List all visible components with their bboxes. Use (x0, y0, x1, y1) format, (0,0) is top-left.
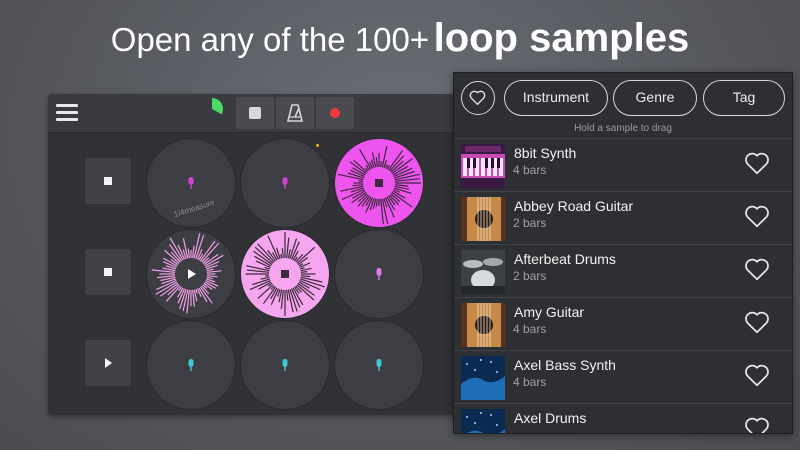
loop-machine-panel: 1/4measure (48, 94, 458, 415)
sample-list-item[interactable]: Afterbeat Drums 2 bars (454, 244, 792, 297)
sample-thumbnail (461, 409, 505, 433)
drag-hint: Hold a sample to drag (574, 123, 672, 134)
sample-name: 8bit Synth (514, 145, 577, 161)
loop-pad[interactable] (240, 138, 330, 228)
stop-icon (249, 107, 261, 119)
sample-list-item[interactable]: Axel Bass Synth 4 bars (454, 350, 792, 403)
instrument-filter-button[interactable]: Instrument (504, 80, 608, 116)
sample-length: 4 bars (513, 375, 547, 389)
sample-thumbnail (461, 197, 505, 241)
heart-outline-icon[interactable] (744, 310, 770, 334)
heart-outline-icon (469, 90, 486, 105)
sample-name: Abbey Road Guitar (514, 198, 634, 214)
loop-pad[interactable] (334, 138, 424, 228)
sample-list-item[interactable]: Abbey Road Guitar 2 bars (454, 191, 792, 244)
pad-graphic (376, 359, 382, 371)
loop-pad[interactable] (334, 229, 424, 319)
stop-icon (281, 270, 289, 278)
loop-progress-icon (212, 98, 224, 115)
sample-name: Axel Drums (514, 410, 587, 426)
sample-length: 4 bars (513, 322, 547, 336)
row-play-button[interactable] (85, 340, 131, 386)
mic-icon (188, 359, 194, 371)
mic-icon (376, 268, 382, 280)
genre-filter-button[interactable]: Genre (613, 80, 697, 116)
record-icon (330, 108, 340, 118)
tag-filter-button[interactable]: Tag (703, 80, 785, 116)
loop-pad[interactable]: 1/4measure (146, 138, 236, 228)
mic-icon (282, 177, 288, 189)
record-button[interactable] (316, 97, 354, 129)
metronome-button[interactable] (276, 97, 314, 129)
sample-thumbnail (461, 144, 505, 188)
pad-graphic (376, 268, 382, 280)
toolbar (48, 94, 458, 133)
loop-pad[interactable] (146, 229, 236, 319)
sample-length: 2 bars (513, 269, 547, 283)
heart-outline-icon[interactable] (744, 204, 770, 228)
stop-icon (104, 268, 112, 276)
pad-graphic (188, 359, 194, 371)
headline-emphasis: loop samples (433, 16, 690, 60)
sample-list-item[interactable]: 8bit Synth 4 bars (454, 138, 792, 191)
sample-thumbnail (461, 356, 505, 400)
pad-graphic (282, 359, 288, 371)
sample-length: 2 bars (513, 216, 547, 230)
mic-icon (376, 359, 382, 371)
waveform-graphic (337, 146, 421, 225)
heart-outline-icon[interactable] (744, 257, 770, 281)
pad-graphic (282, 177, 288, 189)
headline: Open any of the 100+ loop samples (0, 16, 800, 61)
waveform-graphic (245, 232, 325, 316)
loop-pad[interactable] (146, 320, 236, 410)
heart-outline-icon[interactable] (744, 363, 770, 387)
sample-name: Amy Guitar (514, 304, 585, 320)
headline-prefix: Open any of the 100+ (110, 21, 430, 58)
play-icon (188, 269, 196, 279)
sample-browser-panel: Instrument Genre Tag Hold a sample to dr… (453, 72, 793, 434)
mic-icon (282, 359, 288, 371)
sample-list-item[interactable]: Axel Drums (454, 403, 792, 433)
play-icon (105, 358, 112, 368)
waveform-graphic (151, 233, 224, 314)
favorites-button[interactable] (461, 81, 495, 115)
sample-name: Afterbeat Drums (514, 251, 616, 267)
row-stop-button[interactable] (85, 249, 131, 295)
loop-pad[interactable] (240, 320, 330, 410)
sample-thumbnail (461, 250, 505, 294)
stop-icon (104, 177, 112, 185)
sample-name: Axel Bass Synth (514, 357, 616, 373)
hamburger-menu-icon[interactable] (56, 104, 78, 122)
heart-outline-icon[interactable] (744, 151, 770, 175)
mic-icon (188, 177, 194, 189)
sample-thumbnail (461, 303, 505, 347)
sample-list-item[interactable]: Amy Guitar 4 bars (454, 297, 792, 350)
stop-all-button[interactable] (236, 97, 274, 129)
loop-pad[interactable] (334, 320, 424, 410)
row-stop-button[interactable] (85, 158, 131, 204)
sample-length: 4 bars (513, 163, 547, 177)
metronome-icon (287, 104, 303, 122)
stop-icon (375, 179, 383, 187)
loop-pad[interactable] (240, 229, 330, 319)
heart-outline-icon[interactable] (744, 416, 770, 433)
